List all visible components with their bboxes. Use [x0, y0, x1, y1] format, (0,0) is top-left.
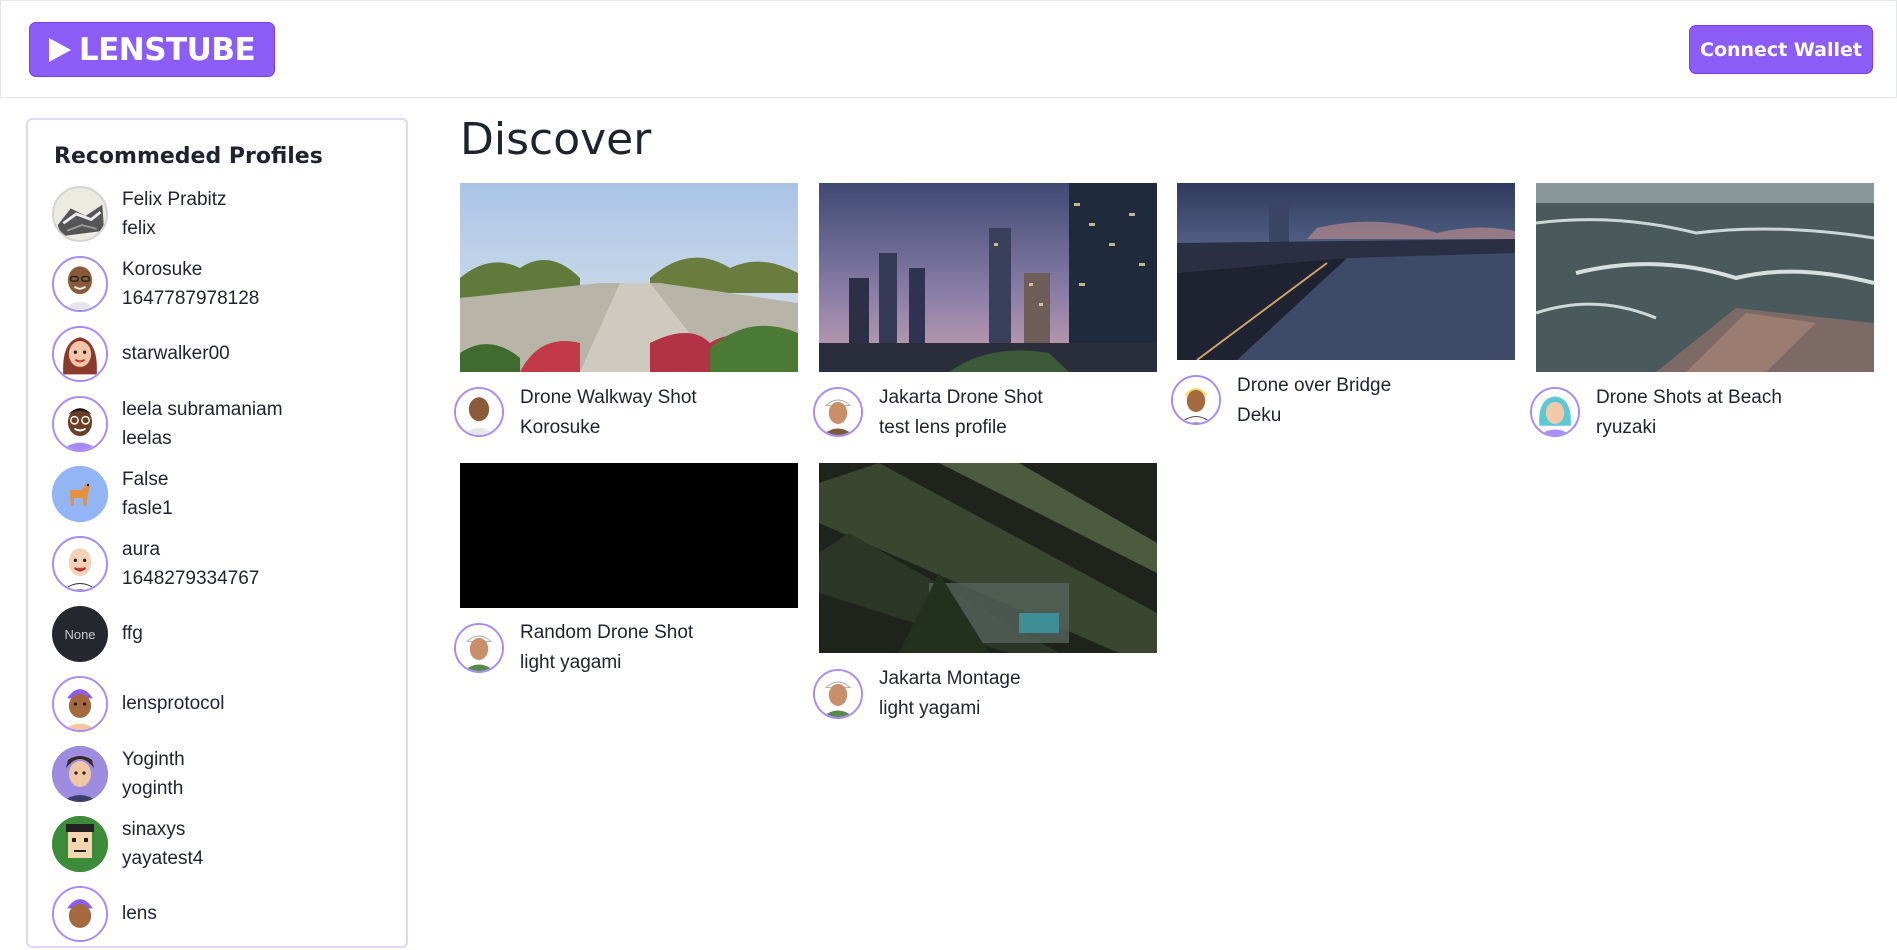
profile-item[interactable]: Korosuke 1647787978128	[52, 256, 392, 320]
video-thumbnail[interactable]	[460, 183, 798, 372]
video-title[interactable]: Jakarta Montage	[879, 665, 1021, 693]
avatar: None	[52, 606, 108, 662]
video-title[interactable]: Random Drone Shot	[520, 619, 693, 647]
video-title[interactable]: Jakarta Drone Shot	[879, 384, 1043, 412]
recommended-profiles-panel: Recommeded Profiles Felix Prabitz felix …	[26, 118, 408, 948]
lenstube-logo[interactable]: LENSTUBE	[29, 22, 275, 77]
avatar	[52, 676, 108, 732]
video-author[interactable]: test lens profile	[879, 414, 1007, 442]
avatar	[52, 256, 108, 312]
author-avatar[interactable]	[1171, 375, 1221, 425]
profile-handle: 1648279334767	[122, 568, 260, 589]
avatar	[52, 466, 108, 522]
profile-name: lens	[122, 903, 157, 924]
profile-name: ffg	[122, 623, 143, 644]
author-avatar[interactable]	[454, 387, 504, 437]
profile-handle: yayatest4	[122, 848, 204, 869]
avatar	[52, 186, 108, 242]
avatar	[52, 886, 108, 942]
author-avatar[interactable]	[1530, 387, 1580, 437]
video-thumbnail[interactable]	[819, 463, 1157, 653]
profile-name: sinaxys	[122, 819, 186, 840]
profile-item[interactable]: lens	[52, 886, 392, 950]
author-avatar[interactable]	[454, 623, 504, 673]
sidebar-title: Recommeded Profiles	[54, 144, 323, 169]
profile-item[interactable]: lensprotocol	[52, 676, 392, 740]
profile-name: Yoginth	[122, 749, 185, 770]
video-thumbnail[interactable]	[460, 463, 798, 608]
avatar	[52, 536, 108, 592]
profile-item[interactable]: sinaxys yayatest4	[52, 816, 392, 880]
profile-item[interactable]: aura 1648279334767	[52, 536, 392, 600]
profile-item[interactable]: None ffg	[52, 606, 392, 670]
logo-text: LENSTUBE	[78, 31, 256, 68]
connect-wallet-button[interactable]: Connect Wallet	[1689, 25, 1873, 74]
profile-name: Felix Prabitz	[122, 189, 227, 210]
profile-item[interactable]: Yoginth yoginth	[52, 746, 392, 810]
play-icon	[48, 37, 71, 62]
profile-item[interactable]: leela subramaniam leelas	[52, 396, 392, 460]
avatar-placeholder-text: None	[64, 626, 96, 642]
profile-item[interactable]: False fasle1	[52, 466, 392, 530]
profile-handle: 1647787978128	[122, 288, 260, 309]
profile-item[interactable]: starwalker00	[52, 326, 392, 390]
profile-name: lensprotocol	[122, 693, 225, 714]
profile-handle: leelas	[122, 428, 172, 449]
author-avatar[interactable]	[813, 669, 863, 719]
profile-handle: fasle1	[122, 498, 173, 519]
page-title: Discover	[460, 114, 652, 165]
profile-item[interactable]: Felix Prabitz felix	[52, 186, 392, 250]
video-thumbnail[interactable]	[819, 183, 1157, 372]
video-title[interactable]: Drone Shots at Beach	[1596, 384, 1782, 412]
profile-name: aura	[122, 539, 161, 560]
video-author[interactable]: light yagami	[879, 695, 980, 723]
profile-name: False	[122, 469, 169, 490]
video-author[interactable]: Korosuke	[520, 414, 600, 442]
avatar	[52, 326, 108, 382]
video-thumbnail[interactable]	[1536, 183, 1874, 372]
video-author[interactable]: ryuzaki	[1596, 414, 1656, 442]
profile-handle: yoginth	[122, 778, 184, 799]
video-thumbnail[interactable]	[1177, 183, 1515, 360]
author-avatar[interactable]	[813, 387, 863, 437]
profile-name: starwalker00	[122, 343, 230, 364]
avatar	[52, 816, 108, 872]
video-author[interactable]: light yagami	[520, 649, 621, 677]
profile-handle: felix	[122, 218, 156, 239]
video-title[interactable]: Drone over Bridge	[1237, 372, 1391, 400]
profile-name: Korosuke	[122, 259, 203, 280]
top-header: LENSTUBE Connect Wallet	[0, 0, 1897, 98]
video-author[interactable]: Deku	[1237, 402, 1281, 430]
profile-name: leela subramaniam	[122, 399, 283, 420]
video-title[interactable]: Drone Walkway Shot	[520, 384, 697, 412]
avatar	[52, 396, 108, 452]
avatar	[52, 746, 108, 802]
